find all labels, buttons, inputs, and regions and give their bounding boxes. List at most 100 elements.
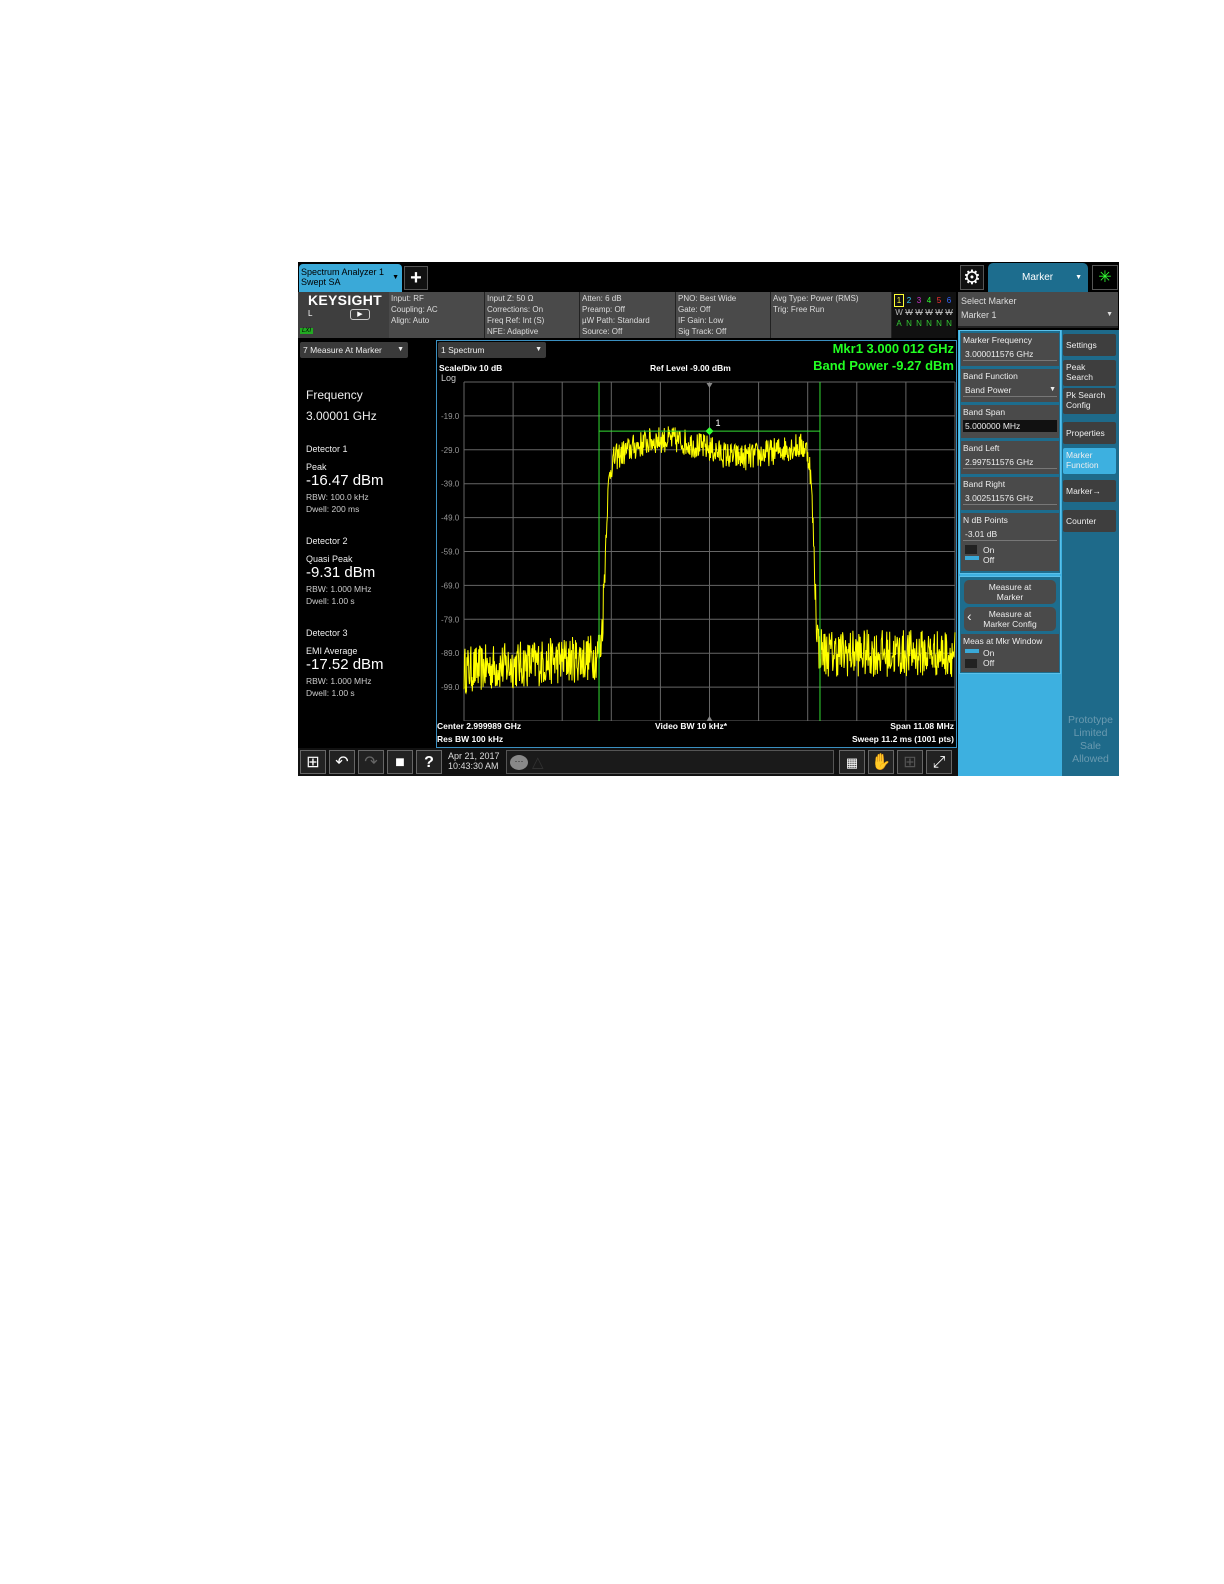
spectrum-plot[interactable]: -19.0 -29.0 -39.0 -49.0 -59.0 -69.0 -79.0 -89.0… bbox=[437, 379, 956, 721]
trace-detector: N bbox=[946, 319, 952, 328]
grid-icon: ▦ bbox=[845, 755, 859, 770]
menu-button[interactable]: Pk Search Config bbox=[1063, 388, 1116, 414]
multi-screen-button[interactable]: ▦ bbox=[839, 750, 865, 774]
dropdown-arrow-icon: ▼ bbox=[1106, 311, 1113, 318]
band-span-key[interactable]: Band Span 5.000000 MHz bbox=[961, 405, 1059, 438]
window-selector[interactable]: 7 Measure At Marker ▼ bbox=[300, 342, 408, 358]
measure-at-marker-config-button[interactable]: ‹ Measure at Marker Config bbox=[964, 607, 1056, 631]
select-marker[interactable]: Select Marker Marker 1 ▼ bbox=[958, 292, 1118, 328]
menu-button[interactable]: Peak Search bbox=[1063, 360, 1116, 386]
trace-number[interactable]: 5 bbox=[934, 295, 944, 306]
detector-type: Peak bbox=[306, 462, 327, 472]
y-tick-label: -79.0 bbox=[441, 615, 460, 624]
video-bw[interactable]: Video BW 10 kHz* bbox=[655, 721, 727, 731]
band-right-input[interactable]: 3.002511576 GHz bbox=[963, 492, 1057, 505]
spectrum-window-label: 1 Spectrum bbox=[441, 345, 485, 355]
spectrum-window-selector[interactable]: 1 Spectrum ▼ bbox=[438, 342, 546, 358]
band-span-input[interactable]: 5.000000 MHz bbox=[963, 420, 1057, 432]
key-label: Marker Frequency bbox=[963, 335, 1032, 345]
y-tick-label: -99.0 bbox=[441, 683, 460, 692]
settings-button[interactable]: ⚙ bbox=[960, 265, 984, 290]
undo-button[interactable]: ↶ bbox=[329, 750, 355, 774]
setting-text: Source: Off bbox=[582, 327, 623, 336]
band-left-key[interactable]: Band Left 2.997511576 GHz bbox=[961, 441, 1059, 474]
marker-1-diamond[interactable] bbox=[705, 427, 714, 436]
meas-window-key[interactable]: Meas at Mkr Window On Off bbox=[961, 634, 1059, 672]
gear-icon: ⚙ bbox=[963, 267, 981, 289]
trace-indicator[interactable]: 123456WWWWWWANNNNN bbox=[892, 292, 956, 338]
maximize-button[interactable]: ⤢ bbox=[926, 750, 952, 774]
sweep-time[interactable]: Sweep 11.2 ms (1001 pts) bbox=[852, 734, 954, 744]
touch-button[interactable]: ✋ bbox=[868, 750, 894, 774]
plus-icon: + bbox=[410, 267, 422, 289]
band-left-input[interactable]: 2.997511576 GHz bbox=[963, 456, 1057, 469]
local-remote-icon[interactable]: ▶ bbox=[350, 309, 370, 320]
y-tick-label: -39.0 bbox=[441, 480, 460, 489]
menu-button[interactable]: Marker→ bbox=[1063, 480, 1116, 502]
file-button[interactable]: ■ bbox=[387, 750, 413, 774]
menu-button[interactable]: Settings bbox=[1063, 334, 1116, 356]
settings-group[interactable]: Atten: 6 dB Preamp: Off µW Path: Standard S… bbox=[580, 292, 676, 338]
ref-level[interactable]: Ref Level -9.00 dBm bbox=[650, 363, 731, 373]
setting-text: µW Path: Standard bbox=[582, 316, 650, 325]
message-bar[interactable]: ··· △ bbox=[506, 750, 834, 774]
trace-detector: N bbox=[906, 319, 912, 328]
meas-window-toggle[interactable]: On Off bbox=[963, 647, 1057, 669]
y-tick-label: -59.0 bbox=[441, 548, 460, 557]
instrument-name: Spectrum Analyzer 1 bbox=[301, 267, 385, 277]
settings-group[interactable]: Avg Type: Power (RMS) Trig: Free Run bbox=[771, 292, 892, 338]
help-icon: ? bbox=[424, 754, 434, 771]
trace-number[interactable]: 2 bbox=[904, 295, 914, 306]
ndb-input[interactable]: -3.01 dB bbox=[963, 528, 1057, 541]
setting-text: Input: RF bbox=[391, 294, 424, 303]
band-function-dropdown[interactable]: Band Power ▼ bbox=[963, 384, 1057, 397]
span[interactable]: Span 11.08 MHz bbox=[890, 721, 954, 731]
windows-start-button[interactable]: ⊞ bbox=[300, 750, 326, 774]
res-bw[interactable]: Res BW 100 kHz bbox=[437, 734, 503, 744]
marker-frequency-input[interactable]: 3.000011576 GHz bbox=[963, 348, 1057, 361]
detector-value: -9.31 dBm bbox=[306, 564, 376, 581]
ndb-points-key[interactable]: N dB Points -3.01 dB On Off bbox=[961, 513, 1059, 571]
setting-text: Align: Auto bbox=[391, 316, 430, 325]
band-right-key[interactable]: Band Right 3.002511576 GHz bbox=[961, 477, 1059, 510]
key-label: Band Left bbox=[963, 443, 1000, 453]
toggle-on-selected bbox=[965, 649, 979, 653]
menu-selector[interactable]: Marker ▼ bbox=[988, 263, 1088, 292]
windows-icon: ⊞ bbox=[306, 754, 320, 771]
settings-group[interactable]: Input: RF Coupling: AC Align: Auto bbox=[389, 292, 485, 338]
instrument-tab[interactable]: Spectrum Analyzer 1 Swept SA ▼ bbox=[299, 264, 402, 292]
setting-text: Corrections: On bbox=[487, 305, 544, 314]
dropdown-arrow-icon: ▼ bbox=[397, 346, 404, 353]
trace-number[interactable]: 4 bbox=[924, 295, 934, 306]
message-icon[interactable]: ··· bbox=[510, 755, 528, 770]
add-screen-button[interactable]: + bbox=[404, 266, 428, 290]
band-function-key[interactable]: Band Function Band Power ▼ bbox=[961, 369, 1059, 402]
center-frequency[interactable]: Center 2.999989 GHz bbox=[437, 721, 521, 731]
menu-button[interactable]: Counter bbox=[1063, 510, 1116, 532]
trace-type: W bbox=[925, 308, 933, 317]
marker-frequency-key[interactable]: Marker Frequency 3.000011576 GHz bbox=[961, 333, 1059, 366]
busy-spinner-icon: ✳ bbox=[1092, 265, 1118, 290]
measure-at-marker-button[interactable]: Measure at Marker bbox=[964, 580, 1056, 604]
redo-button[interactable]: ↷ bbox=[358, 750, 384, 774]
key-label: Band Right bbox=[963, 479, 1006, 489]
trace-number[interactable]: 1 bbox=[894, 294, 904, 307]
menu-button[interactable]: Properties bbox=[1063, 422, 1116, 444]
key-label: Band Span bbox=[963, 407, 1006, 417]
trace-number[interactable]: 6 bbox=[944, 295, 954, 306]
settings-group[interactable]: Input Z: 50 Ω Corrections: On Freq Ref: In… bbox=[485, 292, 580, 338]
toggle-off-label: Off bbox=[983, 555, 995, 565]
detector-rbw: RBW: 100.0 kHz bbox=[306, 492, 369, 502]
trace-number[interactable]: 3 bbox=[914, 295, 924, 306]
toggle-off-selected bbox=[965, 556, 979, 560]
menu-button[interactable]: Marker Function bbox=[1063, 448, 1116, 474]
settings-group[interactable]: PNO: Best Wide Gate: Off IF Gain: Low Sig T… bbox=[676, 292, 771, 338]
ndb-toggle[interactable]: On Off bbox=[963, 544, 1057, 566]
select-marker-dropdown[interactable]: Marker 1 ▼ bbox=[961, 308, 1115, 322]
detector-dwell: Dwell: 1.00 s bbox=[306, 688, 355, 698]
window-layout-button[interactable]: ⊞ bbox=[897, 750, 923, 774]
help-button[interactable]: ? bbox=[416, 750, 442, 774]
scale-div: Scale/Div 10 dB bbox=[439, 363, 503, 373]
measurement-name: Swept SA bbox=[301, 277, 341, 287]
keysight-logo: KEYSIGHT bbox=[308, 292, 382, 308]
